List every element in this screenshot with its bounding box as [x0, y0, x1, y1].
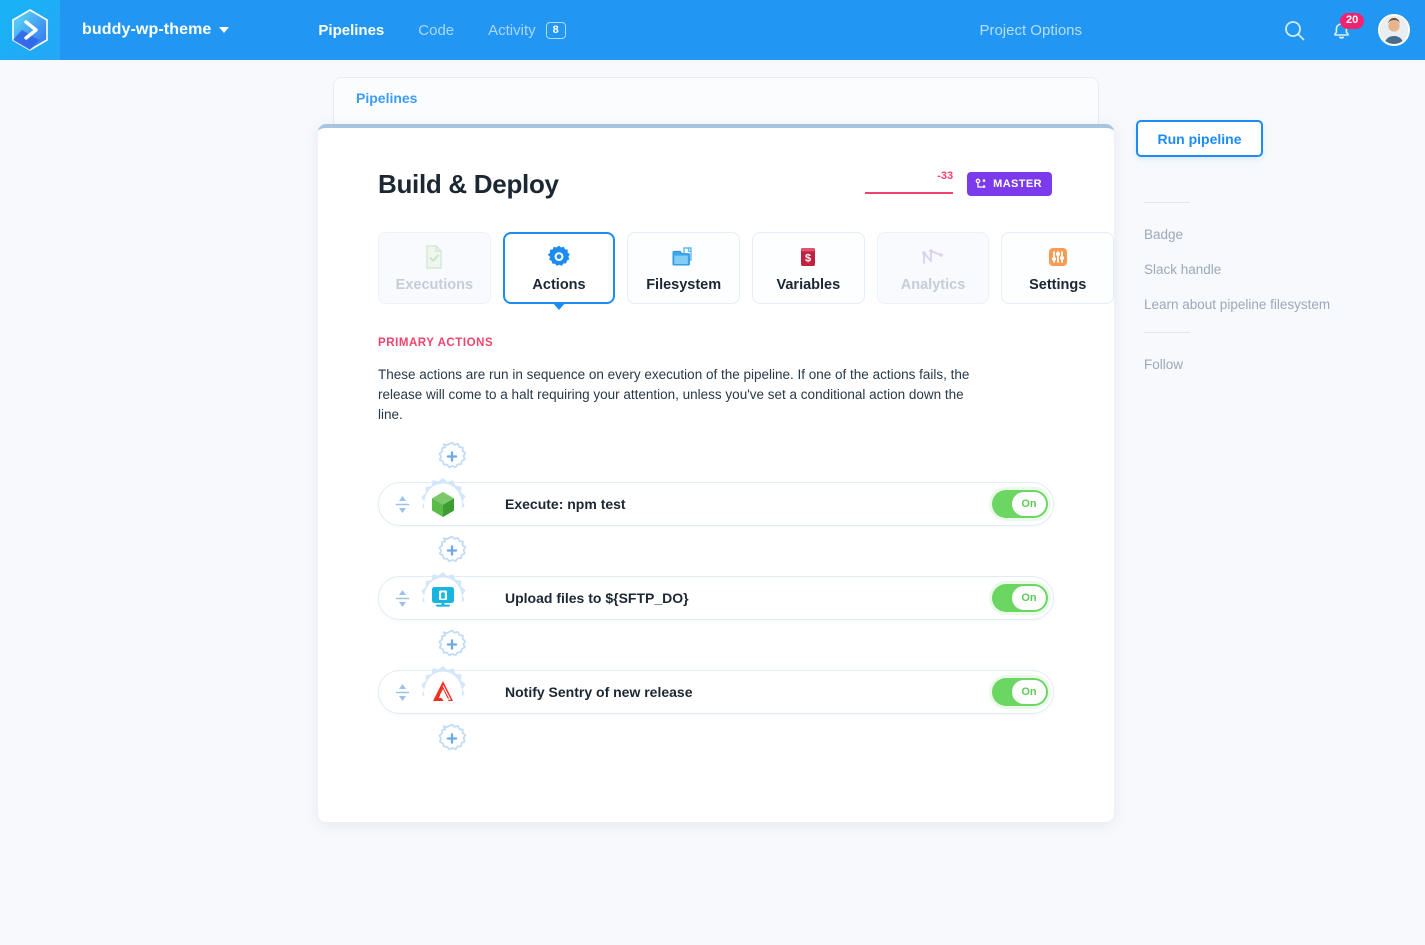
tab-label-settings: Settings	[1029, 277, 1086, 293]
folder-file-icon	[671, 244, 697, 270]
section-description: These actions are run in sequence on eve…	[318, 349, 1048, 425]
nodejs-icon	[428, 489, 458, 519]
sparkline-value-label: -33	[937, 170, 953, 182]
nav-label-code: Code	[418, 22, 454, 39]
dollar-box-icon: $	[795, 244, 821, 270]
action-row[interactable]: Execute: npm test On	[378, 482, 1054, 526]
nav-label-pipelines: Pipelines	[318, 22, 384, 39]
drag-handle-icon[interactable]	[389, 491, 415, 517]
action-toggle[interactable]: On	[992, 490, 1048, 518]
tab-executions[interactable]: Executions	[378, 232, 491, 304]
project-options-button[interactable]: Project Options	[979, 22, 1082, 39]
run-pipeline-button[interactable]: Run pipeline	[1136, 120, 1263, 157]
search-icon	[1284, 20, 1305, 41]
right-sidebar: Run pipeline Badge Slack handle Learn ab…	[1136, 120, 1416, 392]
pipeline-sparkline: -33	[865, 170, 953, 196]
activity-count-badge: 8	[546, 22, 566, 39]
nav-item-activity[interactable]: Activity 8	[488, 22, 566, 39]
tab-label-filesystem: Filesystem	[646, 277, 721, 293]
tab-variables[interactable]: $ Variables	[752, 232, 865, 304]
action-icon-badge	[414, 569, 472, 627]
top-bar-right-group: Project Options 20	[979, 14, 1425, 46]
branch-name-label: MASTER	[993, 178, 1042, 190]
section-kicker: PRIMARY ACTIONS	[318, 304, 1114, 349]
nav-item-pipelines[interactable]: Pipelines	[318, 22, 384, 39]
git-branch-icon	[975, 178, 987, 190]
plus-gear-icon	[435, 722, 469, 756]
branch-badge[interactable]: MASTER	[967, 172, 1052, 196]
reorder-icon	[395, 588, 410, 609]
buddy-hexagon-logo	[8, 8, 52, 52]
drag-handle-icon[interactable]	[389, 585, 415, 611]
page-title: Build & Deploy	[378, 169, 559, 200]
nav-item-code[interactable]: Code	[418, 22, 454, 39]
action-toggle-state: On	[1012, 680, 1046, 704]
plus-gear-icon	[435, 628, 469, 662]
add-action-button-3[interactable]	[435, 722, 469, 756]
add-action-button-1[interactable]	[435, 534, 469, 568]
rail-link-slack-handle[interactable]: Slack handle	[1144, 262, 1416, 277]
reorder-icon	[395, 682, 410, 703]
sftp-icon	[428, 583, 458, 613]
action-row[interactable]: Upload files to ${SFTP_DO} On	[378, 576, 1054, 620]
tab-label-actions: Actions	[532, 277, 585, 293]
document-check-icon	[421, 244, 447, 270]
nav-label-activity: Activity	[488, 22, 536, 39]
drag-handle-icon[interactable]	[389, 679, 415, 705]
project-switcher[interactable]: buddy-wp-theme	[82, 21, 229, 39]
divider	[1144, 202, 1190, 203]
reorder-icon	[395, 494, 410, 515]
tab-actions[interactable]: Actions	[503, 232, 616, 304]
action-icon-wrapper	[424, 673, 462, 711]
pipeline-header: Build & Deploy -33 MASTER	[318, 128, 1114, 200]
action-label: Upload files to ${SFTP_DO}	[505, 590, 689, 606]
rail-link-follow[interactable]: Follow	[1144, 357, 1416, 372]
app-logo[interactable]	[0, 0, 60, 60]
project-name-label: buddy-wp-theme	[82, 21, 211, 39]
plus-gear-icon	[435, 440, 469, 474]
action-label: Execute: npm test	[505, 496, 626, 512]
svg-text:$: $	[805, 252, 811, 264]
avatar[interactable]	[1378, 14, 1410, 46]
notifications-count-badge: 20	[1340, 13, 1364, 29]
actions-list: Execute: npm test On	[318, 425, 1114, 756]
main-nav: Pipelines Code Activity 8	[318, 22, 565, 39]
notifications-button[interactable]: 20	[1331, 20, 1352, 41]
divider	[1144, 332, 1190, 333]
action-icon-wrapper	[424, 485, 462, 523]
sliders-icon	[1045, 244, 1071, 270]
sparkline-line	[865, 192, 953, 194]
tab-analytics[interactable]: Analytics	[877, 232, 990, 304]
user-avatar-icon	[1380, 16, 1408, 44]
add-action-button-2[interactable]	[435, 628, 469, 662]
action-row[interactable]: Notify Sentry of new release On	[378, 670, 1054, 714]
pipeline-header-right: -33 MASTER	[865, 170, 1052, 200]
sentry-icon	[428, 677, 458, 707]
breadcrumb-label-pipelines: Pipelines	[356, 90, 417, 106]
action-toggle-state: On	[1012, 492, 1046, 516]
tab-label-variables: Variables	[777, 277, 841, 293]
add-action-button-0[interactable]	[435, 440, 469, 474]
action-icon-badge	[414, 663, 472, 721]
tab-settings[interactable]: Settings	[1001, 232, 1114, 304]
gear-icon	[546, 244, 572, 270]
chevron-down-icon	[219, 27, 229, 33]
tab-filesystem[interactable]: Filesystem	[627, 232, 740, 304]
pipeline-card: Build & Deploy -33 MASTER	[318, 124, 1114, 822]
rail-link-learn-filesystem[interactable]: Learn about pipeline filesystem	[1144, 297, 1416, 312]
action-toggle[interactable]: On	[992, 678, 1048, 706]
plus-gear-icon	[435, 534, 469, 568]
tab-label-executions: Executions	[396, 277, 473, 293]
pipeline-tabs: Executions Actions Filesystem $	[318, 200, 1114, 304]
action-label: Notify Sentry of new release	[505, 684, 693, 700]
action-icon-wrapper	[424, 579, 462, 617]
top-navigation-bar: buddy-wp-theme Pipelines Code Activity 8…	[0, 0, 1425, 60]
tab-label-analytics: Analytics	[901, 277, 965, 293]
line-chart-icon	[920, 244, 946, 270]
search-button[interactable]	[1284, 20, 1305, 41]
action-toggle-state: On	[1012, 586, 1046, 610]
action-icon-badge	[414, 475, 472, 533]
action-toggle[interactable]: On	[992, 584, 1048, 612]
rail-link-badge[interactable]: Badge	[1144, 227, 1416, 242]
